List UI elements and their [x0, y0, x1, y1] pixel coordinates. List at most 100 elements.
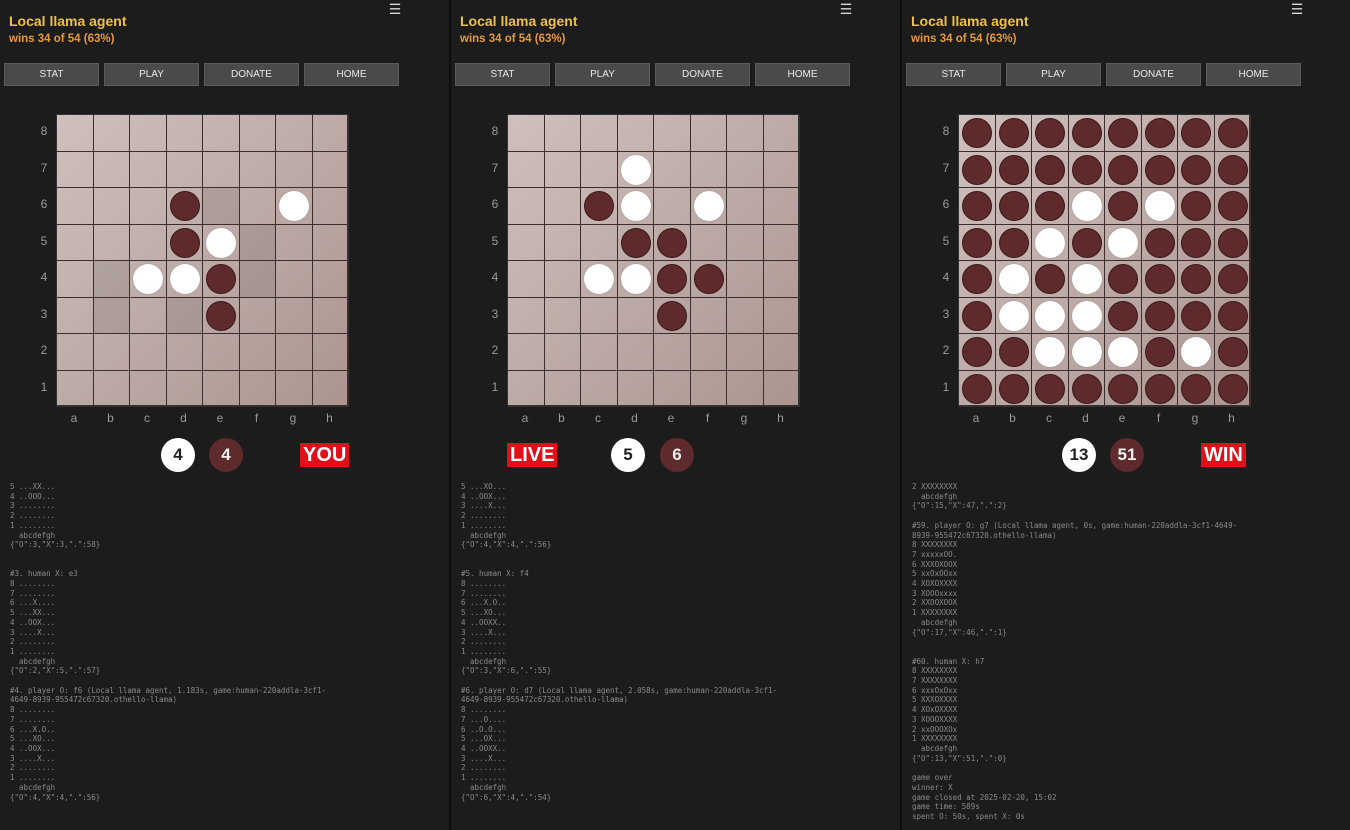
board-cell[interactable] [1141, 261, 1178, 298]
board-cell[interactable] [763, 334, 800, 371]
board-cell[interactable] [276, 261, 313, 298]
board-cell[interactable] [1214, 224, 1251, 261]
board-cell[interactable] [995, 115, 1032, 152]
board-cell[interactable] [130, 224, 167, 261]
board-cell[interactable] [1105, 224, 1142, 261]
board-cell[interactable] [544, 261, 581, 298]
board-cell[interactable] [727, 370, 764, 407]
board-cell[interactable] [57, 115, 94, 152]
board-cell[interactable] [544, 115, 581, 152]
board-cell[interactable] [276, 370, 313, 407]
board-cell[interactable] [617, 370, 654, 407]
board-cell[interactable] [995, 188, 1032, 225]
home-button[interactable]: HOME [1206, 63, 1301, 86]
board-cell[interactable] [166, 261, 203, 298]
board-cell[interactable] [1032, 188, 1069, 225]
board-cell[interactable] [239, 188, 276, 225]
board-cell[interactable] [239, 115, 276, 152]
board-cell[interactable] [239, 297, 276, 334]
board-cell[interactable] [1105, 188, 1142, 225]
board-cell[interactable] [57, 297, 94, 334]
board-cell[interactable] [1141, 224, 1178, 261]
board-cell[interactable] [1214, 261, 1251, 298]
board-cell[interactable] [1141, 334, 1178, 371]
board-cell[interactable] [959, 297, 996, 334]
board-cell[interactable] [203, 151, 240, 188]
board-cell[interactable] [508, 261, 545, 298]
board-cell[interactable] [1178, 188, 1215, 225]
board-cell[interactable] [1068, 115, 1105, 152]
stat-button[interactable]: STAT [455, 63, 550, 86]
board-cell[interactable] [312, 297, 349, 334]
board-cell[interactable] [1068, 334, 1105, 371]
board-cell[interactable] [508, 224, 545, 261]
play-button[interactable]: PLAY [104, 63, 199, 86]
board-cell[interactable] [166, 334, 203, 371]
board-cell[interactable] [203, 224, 240, 261]
board-cell[interactable] [1141, 370, 1178, 407]
board-cell[interactable] [1141, 115, 1178, 152]
board-cell[interactable] [959, 334, 996, 371]
board-cell[interactable] [312, 370, 349, 407]
board-cell[interactable] [727, 151, 764, 188]
board-cell[interactable] [1068, 151, 1105, 188]
board-cell[interactable] [654, 297, 691, 334]
board-cell[interactable] [57, 151, 94, 188]
board-cell[interactable] [995, 334, 1032, 371]
board-cell[interactable] [617, 151, 654, 188]
legal-move-cell[interactable] [166, 297, 203, 334]
board-cell[interactable] [276, 151, 313, 188]
board-cell[interactable] [57, 334, 94, 371]
board-cell[interactable] [312, 224, 349, 261]
board-cell[interactable] [727, 297, 764, 334]
board-cell[interactable] [1178, 297, 1215, 334]
stat-button[interactable]: STAT [4, 63, 99, 86]
board-cell[interactable] [581, 188, 618, 225]
board-cell[interactable] [57, 188, 94, 225]
board-cell[interactable] [276, 188, 313, 225]
home-button[interactable]: HOME [304, 63, 399, 86]
board-cell[interactable] [276, 115, 313, 152]
board-cell[interactable] [617, 188, 654, 225]
board-cell[interactable] [203, 334, 240, 371]
board-cell[interactable] [690, 297, 727, 334]
board-cell[interactable] [276, 297, 313, 334]
board-cell[interactable] [690, 151, 727, 188]
board-cell[interactable] [239, 151, 276, 188]
donate-button[interactable]: DONATE [1106, 63, 1201, 86]
board-cell[interactable] [57, 261, 94, 298]
board-cell[interactable] [1068, 261, 1105, 298]
board-cell[interactable] [544, 297, 581, 334]
board-cell[interactable] [1068, 224, 1105, 261]
board-cell[interactable] [1068, 370, 1105, 407]
board-cell[interactable] [763, 261, 800, 298]
board-cell[interactable] [1105, 370, 1142, 407]
board-cell[interactable] [544, 334, 581, 371]
play-button[interactable]: PLAY [1006, 63, 1101, 86]
board-cell[interactable] [1214, 297, 1251, 334]
menu-icon[interactable]: ☰ [388, 2, 402, 16]
board-cell[interactable] [203, 261, 240, 298]
board-cell[interactable] [93, 370, 130, 407]
board-cell[interactable] [995, 151, 1032, 188]
board-cell[interactable] [93, 115, 130, 152]
board-cell[interactable] [581, 370, 618, 407]
board-cell[interactable] [617, 297, 654, 334]
board-cell[interactable] [1105, 261, 1142, 298]
board-cell[interactable] [1068, 297, 1105, 334]
board-cell[interactable] [727, 188, 764, 225]
board-cell[interactable] [544, 224, 581, 261]
board-cell[interactable] [203, 297, 240, 334]
board-cell[interactable] [276, 334, 313, 371]
board-cell[interactable] [654, 370, 691, 407]
board-cell[interactable] [508, 115, 545, 152]
board-cell[interactable] [1105, 151, 1142, 188]
board-cell[interactable] [93, 151, 130, 188]
legal-move-cell[interactable] [93, 261, 130, 298]
board-cell[interactable] [1141, 151, 1178, 188]
donate-button[interactable]: DONATE [204, 63, 299, 86]
board-cell[interactable] [1141, 188, 1178, 225]
board-cell[interactable] [727, 334, 764, 371]
board-cell[interactable] [1214, 188, 1251, 225]
board-cell[interactable] [239, 334, 276, 371]
